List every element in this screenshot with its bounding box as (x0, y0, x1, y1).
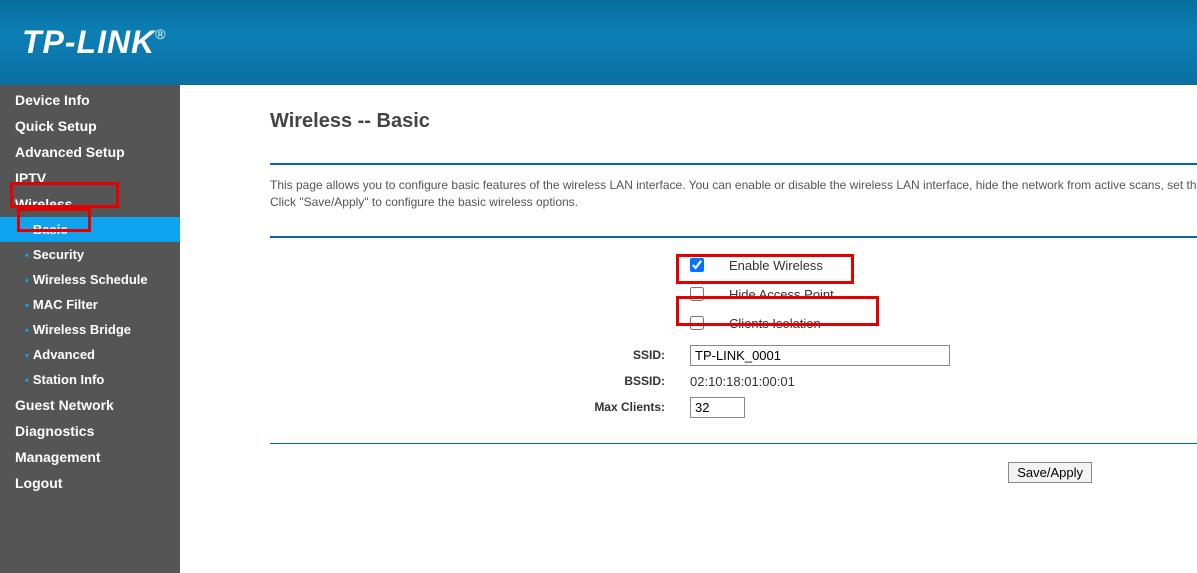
sidebar-item-advanced[interactable]: • Advanced (0, 342, 180, 367)
bssid-value: 02:10:18:01:00:01 (690, 374, 795, 389)
sidebar-item-basic[interactable]: • Basic (0, 217, 180, 242)
sidebar-item-quick-setup[interactable]: Quick Setup (0, 113, 180, 139)
sidebar-label: Station Info (33, 372, 105, 387)
enable-wireless-checkbox[interactable] (690, 258, 704, 272)
sidebar-item-guest-network[interactable]: Guest Network (0, 392, 180, 418)
sidebar-label: MAC Filter (33, 297, 98, 312)
sidebar-label: Device Info (15, 92, 90, 108)
bullet-icon: • (25, 375, 29, 387)
bullet-icon: • (25, 250, 29, 262)
sidebar-item-wireless[interactable]: Wireless (0, 191, 180, 217)
sidebar-label: Advanced (33, 347, 95, 362)
sidebar-label: Advanced Setup (15, 144, 125, 160)
sidebar-label: IPTV (15, 170, 46, 186)
bullet-icon: • (25, 350, 29, 362)
max-clients-input[interactable] (690, 397, 745, 418)
sidebar-label: Wireless (15, 196, 72, 212)
sidebar-label: Quick Setup (15, 118, 97, 134)
ssid-label: SSID: (270, 348, 690, 362)
brand-logo: TP-LINK® (22, 24, 167, 61)
row-enable-wireless: Enable Wireless (270, 258, 1197, 273)
brand-text: TP-LINK (22, 24, 155, 60)
bullet-icon: • (25, 225, 29, 237)
sidebar-item-advanced-setup[interactable]: Advanced Setup (0, 139, 180, 165)
save-apply-button[interactable]: Save/Apply (1008, 462, 1092, 483)
sidebar-item-management[interactable]: Management (0, 444, 180, 470)
sidebar-item-mac-filter[interactable]: • MAC Filter (0, 292, 180, 317)
clients-isolation-label: Clients Isolation (729, 316, 821, 331)
sidebar-label: Guest Network (15, 397, 114, 413)
sidebar-label: Wireless Bridge (33, 322, 131, 337)
row-bssid: BSSID: 02:10:18:01:00:01 (270, 374, 1197, 389)
divider (270, 163, 1197, 165)
bullet-icon: • (25, 325, 29, 337)
registered-mark: ® (155, 26, 166, 42)
save-area: Save/Apply (270, 462, 1197, 483)
content-area: Wireless -- Basic This page allows you t… (180, 85, 1197, 573)
max-clients-label: Max Clients: (270, 400, 690, 414)
bssid-label: BSSID: (270, 374, 690, 388)
page-title: Wireless -- Basic (270, 110, 1197, 133)
header-banner: TP-LINK® (0, 0, 1197, 85)
divider (270, 236, 1197, 238)
row-max-clients: Max Clients: (270, 397, 1197, 418)
ssid-input[interactable] (690, 345, 950, 366)
row-clients-isolation: Clients Isolation (270, 316, 1197, 331)
sidebar-label: Security (33, 247, 84, 262)
sidebar-item-logout[interactable]: Logout (0, 470, 180, 496)
row-hide-ap: Hide Access Point (270, 287, 1197, 302)
sidebar-item-iptv[interactable]: IPTV (0, 165, 180, 191)
sidebar-nav: Device Info Quick Setup Advanced Setup I… (0, 85, 180, 573)
hide-ap-checkbox[interactable] (690, 287, 704, 301)
bullet-icon: • (25, 300, 29, 312)
sidebar-item-security[interactable]: • Security (0, 242, 180, 267)
enable-wireless-label: Enable Wireless (729, 258, 823, 273)
clients-isolation-checkbox[interactable] (690, 316, 704, 330)
form-area: Enable Wireless Hide Access Point Client… (270, 258, 1197, 418)
sidebar-item-station-info[interactable]: • Station Info (0, 367, 180, 392)
bullet-icon: • (25, 275, 29, 287)
divider (270, 443, 1197, 444)
sidebar-item-diagnostics[interactable]: Diagnostics (0, 418, 180, 444)
sidebar-item-device-info[interactable]: Device Info (0, 87, 180, 113)
sidebar-label: Basic (33, 222, 68, 237)
sidebar-label: Wireless Schedule (33, 272, 148, 287)
sidebar-label: Diagnostics (15, 423, 94, 439)
sidebar-item-wireless-schedule[interactable]: • Wireless Schedule (0, 267, 180, 292)
page-description: This page allows you to configure basic … (270, 177, 1197, 211)
hide-ap-label: Hide Access Point (729, 287, 834, 302)
row-ssid: SSID: (270, 345, 1197, 366)
sidebar-label: Logout (15, 475, 62, 491)
sidebar-item-wireless-bridge[interactable]: • Wireless Bridge (0, 317, 180, 342)
sidebar-label: Management (15, 449, 101, 465)
